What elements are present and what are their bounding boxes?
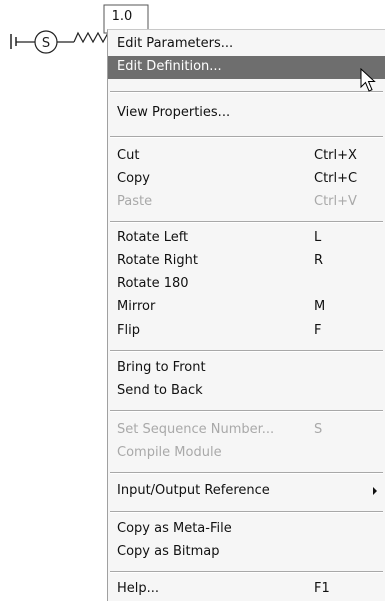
menu-item-label: Compile Module (117, 445, 222, 460)
menu-item-flip[interactable]: Flip F (108, 320, 385, 343)
submenu-arrow-icon (373, 487, 377, 495)
mouse-pointer-icon (360, 68, 376, 92)
menu-item-label: Copy as Meta-File (117, 521, 232, 536)
menu-item-shortcut: L (314, 230, 322, 245)
menu-separator (110, 350, 383, 352)
menu-item-label: Cut (117, 148, 140, 163)
menu-item-shortcut: M (314, 299, 326, 314)
menu-separator (110, 221, 383, 223)
menu-item-label: Input/Output Reference (117, 483, 270, 498)
menu-item-view-properties[interactable]: View Properties... (108, 102, 385, 125)
menu-separator (110, 511, 383, 513)
menu-separator (110, 136, 383, 138)
menu-item-label: Edit Parameters... (117, 36, 234, 51)
menu-item-label: Set Sequence Number... (117, 422, 275, 437)
source-symbol-letter: S (42, 36, 50, 51)
menu-item-label: View Properties... (117, 105, 231, 120)
menu-item-rotate-180[interactable]: Rotate 180 (108, 273, 385, 296)
menu-item-label: Paste (117, 194, 153, 209)
menu-item-help[interactable]: Help... F1 (108, 578, 385, 601)
menu-item-cut[interactable]: Cut Ctrl+X (108, 145, 385, 168)
menu-item-rotate-left[interactable]: Rotate Left L (108, 227, 385, 250)
menu-item-label: Rotate 180 (117, 276, 189, 291)
menu-item-label: Mirror (117, 299, 156, 314)
menu-item-send-to-back[interactable]: Send to Back (108, 380, 385, 403)
menu-item-label: Send to Back (117, 383, 203, 398)
menu-item-label: Rotate Right (117, 253, 198, 268)
menu-item-copy-as-meta-file[interactable]: Copy as Meta-File (108, 518, 385, 541)
menu-item-rotate-right[interactable]: Rotate Right R (108, 250, 385, 273)
menu-item-set-sequence-number: Set Sequence Number... S (108, 419, 385, 442)
menu-item-label: Rotate Left (117, 230, 189, 245)
menu-item-edit-definition[interactable]: Edit Definition... (108, 56, 385, 79)
menu-item-mirror[interactable]: Mirror M (108, 296, 385, 319)
menu-item-label: Flip (117, 323, 140, 338)
menu-separator (110, 91, 383, 93)
menu-item-label: Edit Definition... (117, 59, 222, 74)
menu-separator (110, 472, 383, 474)
menu-item-paste: Paste Ctrl+V (108, 191, 385, 214)
menu-item-label: Help... (117, 581, 160, 596)
menu-item-shortcut: Ctrl+C (314, 171, 358, 186)
menu-item-shortcut: Ctrl+X (314, 148, 357, 163)
menu-item-label: Bring to Front (117, 360, 206, 375)
menu-item-edit-parameters[interactable]: Edit Parameters... (108, 33, 385, 56)
component-value-label: 1.0 (112, 9, 133, 24)
menu-item-shortcut: Ctrl+V (314, 194, 357, 209)
menu-item-shortcut: R (314, 253, 324, 268)
menu-separator (110, 571, 383, 573)
context-menu: Edit Parameters... Edit Definition... Vi… (107, 29, 385, 601)
menu-item-label: Copy (117, 171, 150, 186)
menu-item-copy-as-bitmap[interactable]: Copy as Bitmap (108, 541, 385, 564)
menu-separator (110, 410, 383, 412)
menu-item-bring-to-front[interactable]: Bring to Front (108, 357, 385, 380)
menu-item-input-output-reference[interactable]: Input/Output Reference (108, 480, 385, 503)
menu-item-copy[interactable]: Copy Ctrl+C (108, 168, 385, 191)
menu-item-shortcut: F (314, 323, 322, 338)
menu-item-shortcut: S (314, 422, 323, 437)
menu-item-label: Copy as Bitmap (117, 544, 220, 559)
menu-item-compile-module: Compile Module (108, 442, 385, 465)
menu-item-shortcut: F1 (314, 581, 330, 596)
